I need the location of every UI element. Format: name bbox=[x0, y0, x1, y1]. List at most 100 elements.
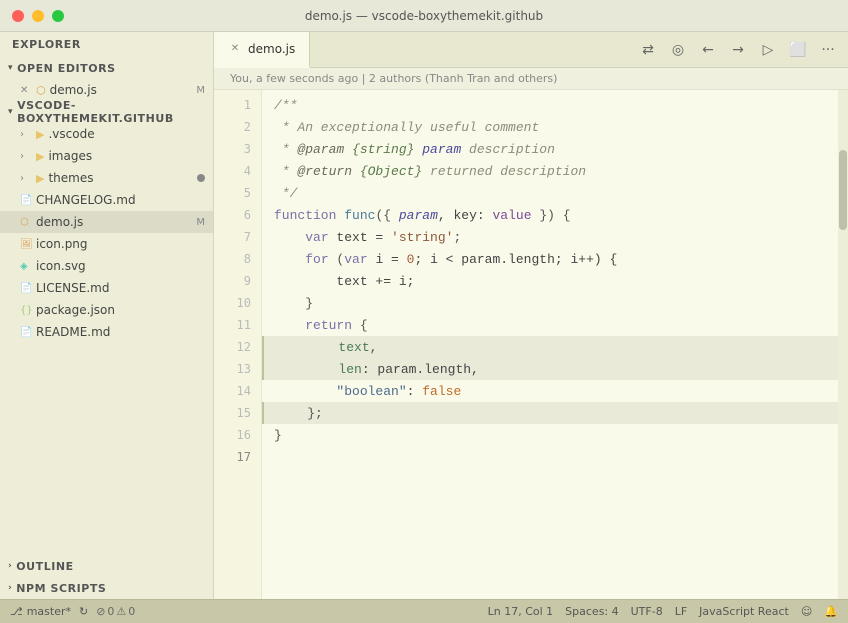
tab-demo-js[interactable]: ✕ demo.js bbox=[214, 32, 310, 68]
status-right: Ln 17, Col 1 Spaces: 4 UTF-8 LF JavaScri… bbox=[488, 605, 838, 618]
git-blame-bar: You, a few seconds ago | 2 authors (Than… bbox=[214, 68, 848, 90]
file-label: LICENSE.md bbox=[36, 281, 213, 295]
token: "boolean" bbox=[336, 384, 406, 399]
line-ending-item[interactable]: LF bbox=[675, 605, 687, 618]
root-folder-section[interactable]: ▾ VSCODE-BOXYTHEMEKIT.GITHUB bbox=[0, 101, 213, 123]
code-line-7: var text = 'string'; bbox=[262, 226, 838, 248]
tab-bar-actions: ⇄ ◎ ← → ▷ ⬜ ··· bbox=[636, 38, 848, 62]
navigate-forward-button[interactable]: → bbox=[726, 38, 750, 62]
line-num-12: 12 bbox=[214, 336, 261, 358]
sidebar-item-vscode[interactable]: › ▶ .vscode bbox=[0, 123, 213, 145]
title-bar: demo.js — vscode-boxythemekit.github bbox=[0, 0, 848, 32]
maximize-button[interactable] bbox=[52, 10, 64, 22]
token: }; bbox=[276, 406, 323, 421]
window-controls[interactable] bbox=[12, 10, 64, 22]
token: param bbox=[422, 142, 461, 157]
error-count: 0 bbox=[107, 605, 114, 618]
open-preview-button[interactable]: ▷ bbox=[756, 38, 780, 62]
token bbox=[391, 208, 399, 223]
language-label: JavaScript React bbox=[699, 605, 789, 618]
chevron-right-icon: › bbox=[20, 129, 36, 140]
sidebar-item-readme[interactable]: 📄 README.md bbox=[0, 321, 213, 343]
line-num-7: 7 bbox=[214, 226, 261, 248]
close-icon[interactable]: ✕ bbox=[20, 85, 36, 96]
explorer-header[interactable]: EXPLORER bbox=[0, 32, 213, 57]
token: , key: bbox=[438, 208, 493, 223]
token: : bbox=[407, 384, 423, 399]
smiley-item[interactable]: ☺ bbox=[801, 605, 812, 618]
chevron-down-icon: ▾ bbox=[8, 63, 13, 73]
code-line-13: len: param.length, bbox=[262, 358, 838, 380]
sidebar-item-images[interactable]: › ▶ images bbox=[0, 145, 213, 167]
tab-close-icon[interactable]: ✕ bbox=[228, 42, 242, 56]
split-editor-button[interactable]: ⇄ bbox=[636, 38, 660, 62]
npm-scripts-section[interactable]: › NPM SCRIPTS bbox=[0, 577, 213, 599]
line-num-15: 15 bbox=[214, 402, 261, 424]
token: /** bbox=[274, 98, 297, 113]
file-label: icon.svg bbox=[36, 259, 213, 273]
status-bar: ⎇ master* ↻ ⊘ 0 ⚠ 0 Ln 17, Col 1 Spaces:… bbox=[0, 599, 848, 623]
modified-dot bbox=[197, 174, 205, 182]
sync-button[interactable]: ↻ bbox=[79, 605, 88, 618]
follow-cursor-button[interactable]: ◎ bbox=[666, 38, 690, 62]
code-line-3: * @param {string} param description bbox=[262, 138, 838, 160]
modified-badge-m: M bbox=[196, 217, 205, 228]
navigate-back-button[interactable]: ← bbox=[696, 38, 720, 62]
code-line-5: */ bbox=[262, 182, 838, 204]
line-num-5: 5 bbox=[214, 182, 261, 204]
spaces-item[interactable]: Spaces: 4 bbox=[565, 605, 618, 618]
editor-area: ✕ demo.js ⇄ ◎ ← → ▷ ⬜ ··· You, a few sec… bbox=[214, 32, 848, 599]
file-label: CHANGELOG.md bbox=[36, 193, 213, 207]
scrollbar-track[interactable] bbox=[838, 90, 848, 599]
open-file-label: demo.js bbox=[50, 83, 197, 97]
warning-icon: ⚠ bbox=[116, 605, 126, 618]
token: @return bbox=[297, 164, 352, 179]
token: , bbox=[370, 340, 378, 355]
token: var bbox=[305, 230, 328, 245]
chevron-right-npm-icon: › bbox=[8, 583, 12, 593]
token: : param.length, bbox=[362, 362, 479, 377]
token: ; i < param.length; i++) { bbox=[414, 252, 617, 267]
code-editor[interactable]: 1 2 3 4 5 6 7 8 9 10 11 12 13 14 15 16 1… bbox=[214, 90, 848, 599]
split-right-button[interactable]: ⬜ bbox=[786, 38, 810, 62]
tab-label: demo.js bbox=[248, 42, 295, 56]
sidebar-item-themes[interactable]: › ▶ themes bbox=[0, 167, 213, 189]
warnings-errors[interactable]: ⊘ 0 ⚠ 0 bbox=[96, 605, 135, 618]
line-ending-label: LF bbox=[675, 605, 687, 618]
open-file-demo-js[interactable]: ✕ ⬡ demo.js M bbox=[0, 79, 213, 101]
token: function bbox=[274, 208, 336, 223]
close-button[interactable] bbox=[12, 10, 24, 22]
sidebar-item-changelog[interactable]: 📄 CHANGELOG.md bbox=[0, 189, 213, 211]
file-label: package.json bbox=[36, 303, 213, 317]
token: false bbox=[422, 384, 461, 399]
outline-section[interactable]: › OUTLINE bbox=[0, 555, 213, 577]
token: for bbox=[305, 252, 328, 267]
code-line-15: }; bbox=[262, 402, 838, 424]
line-col-item[interactable]: Ln 17, Col 1 bbox=[488, 605, 554, 618]
open-editors-section[interactable]: ▾ OPEN EDITORS bbox=[0, 57, 213, 79]
code-line-12: text, bbox=[262, 336, 838, 358]
sidebar-item-icon-png[interactable]: 🖼 icon.png bbox=[0, 233, 213, 255]
more-actions-button[interactable]: ··· bbox=[816, 38, 840, 62]
folder-label: .vscode bbox=[48, 127, 213, 141]
line-num-1: 1 bbox=[214, 94, 261, 116]
tab-bar: ✕ demo.js ⇄ ◎ ← → ▷ ⬜ ··· bbox=[214, 32, 848, 68]
chevron-right-icon: › bbox=[20, 151, 36, 162]
bell-item[interactable]: 🔔 bbox=[824, 605, 838, 618]
sidebar-item-demo-js[interactable]: ⬡ demo.js M bbox=[0, 211, 213, 233]
token bbox=[336, 208, 344, 223]
sidebar-item-icon-svg[interactable]: ◈ icon.svg bbox=[0, 255, 213, 277]
encoding-item[interactable]: UTF-8 bbox=[631, 605, 663, 618]
minimize-button[interactable] bbox=[32, 10, 44, 22]
language-item[interactable]: JavaScript React bbox=[699, 605, 789, 618]
token: ({ bbox=[375, 208, 391, 223]
token bbox=[274, 230, 305, 245]
sidebar-item-license[interactable]: 📄 LICENSE.md bbox=[0, 277, 213, 299]
git-branch-item[interactable]: ⎇ master* bbox=[10, 605, 71, 618]
sync-icon: ↻ bbox=[79, 605, 88, 618]
token: {Object} bbox=[352, 164, 430, 179]
md-icon2: 📄 bbox=[20, 327, 36, 338]
sidebar-item-package-json[interactable]: {} package.json bbox=[0, 299, 213, 321]
scrollbar-thumb[interactable] bbox=[839, 150, 847, 230]
code-content[interactable]: /** * An exceptionally useful comment * … bbox=[262, 90, 838, 599]
